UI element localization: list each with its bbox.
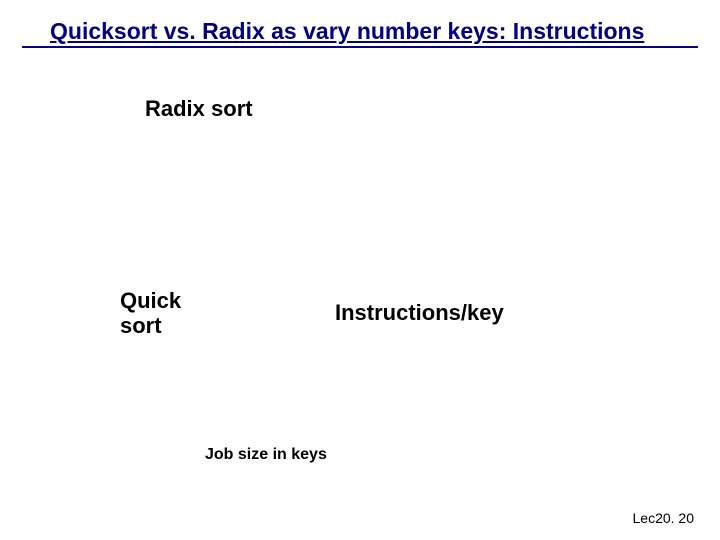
label-quick-line2: sort (120, 313, 162, 338)
slide-title: Quicksort vs. Radix as vary number keys:… (50, 18, 644, 44)
label-instructions-per-key: Instructions/key (335, 300, 504, 326)
label-job-size: Job size in keys (205, 446, 327, 464)
label-quick-sort: Quick sort (120, 288, 181, 339)
slide-footer: Lec20. 20 (633, 510, 695, 526)
label-radix-sort: Radix sort (145, 96, 253, 122)
label-quick-line1: Quick (120, 288, 181, 313)
title-underline (22, 46, 698, 48)
